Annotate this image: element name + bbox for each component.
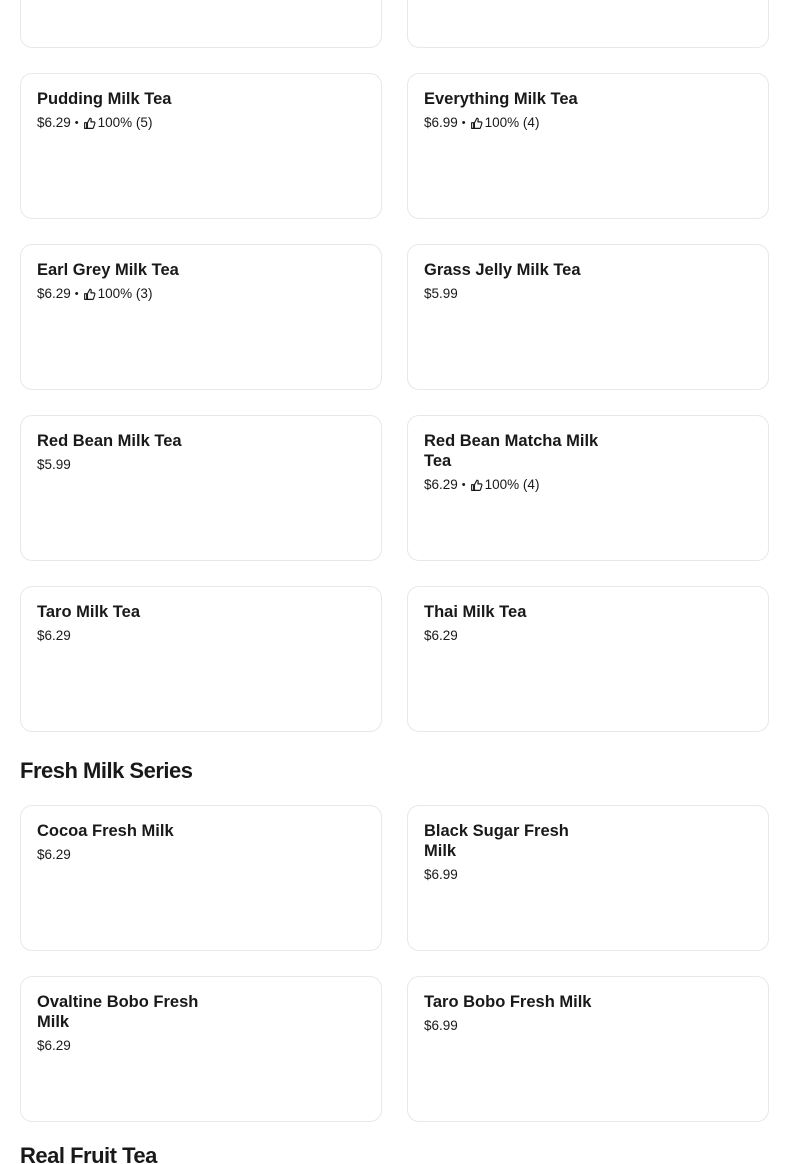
item-meta: $6.99 bbox=[424, 866, 752, 884]
item-name: Black Sugar Fresh Milk bbox=[424, 822, 569, 860]
item-price: $6.29 bbox=[424, 477, 458, 492]
item-price: $6.29 bbox=[37, 286, 71, 301]
item-rating: 100% (5) bbox=[97, 115, 153, 130]
item-meta: $5.99 bbox=[37, 456, 365, 474]
menu-item-card[interactable]: Earl Grey Milk Tea $6.29 • 100% (3) bbox=[20, 244, 382, 390]
menu-item-card[interactable]: Red Bean Milk Tea $5.99 bbox=[20, 415, 382, 561]
item-price: $6.29 bbox=[37, 628, 71, 643]
item-name: Taro Milk Tea bbox=[37, 603, 140, 621]
item-meta: $6.29 bbox=[37, 627, 365, 645]
item-name: Ovaltine Bobo Fresh Milk bbox=[37, 993, 199, 1031]
separator-dot: • bbox=[74, 117, 79, 129]
section-title: Fresh Milk Series bbox=[20, 758, 193, 783]
item-name: Red Bean Matcha Milk Tea bbox=[424, 432, 599, 470]
item-meta: $6.29 bbox=[37, 846, 365, 864]
item-price: $6.99 bbox=[424, 1018, 458, 1033]
item-name: Pudding Milk Tea bbox=[37, 90, 172, 108]
separator-dot: • bbox=[461, 117, 466, 129]
item-name: Everything Milk Tea bbox=[424, 90, 578, 108]
item-price: $6.29 bbox=[424, 628, 458, 643]
item-name: Thai Milk Tea bbox=[424, 603, 527, 621]
menu-page: Pudding Milk Tea $6.29 • 100% (5) Everyt… bbox=[0, 0, 804, 1164]
thumbs-up-icon bbox=[470, 479, 483, 492]
item-price: $6.29 bbox=[37, 847, 71, 862]
item-price: $5.99 bbox=[424, 286, 458, 301]
thumbs-up-icon bbox=[470, 117, 483, 130]
thumbs-up-icon bbox=[83, 288, 96, 301]
menu-item-card[interactable]: Thai Milk Tea $6.29 bbox=[407, 586, 769, 732]
menu-item-card[interactable]: Ovaltine Bobo Fresh Milk $6.29 bbox=[20, 976, 382, 1122]
item-meta: $6.29 • 100% (5) bbox=[37, 114, 365, 132]
item-rating: 100% (4) bbox=[484, 115, 540, 130]
menu-item-card[interactable]: Grass Jelly Milk Tea $5.99 bbox=[407, 244, 769, 390]
menu-item-card[interactable]: Pudding Milk Tea $6.29 • 100% (5) bbox=[20, 73, 382, 219]
item-price: $6.29 bbox=[37, 115, 71, 130]
menu-item-card[interactable]: Black Sugar Fresh Milk $6.99 bbox=[407, 805, 769, 951]
section-title: Real Fruit Tea bbox=[20, 1143, 157, 1164]
menu-item-card[interactable]: Red Bean Matcha Milk Tea $6.29 • 100% (4… bbox=[407, 415, 769, 561]
item-meta: $6.29 • 100% (3) bbox=[37, 285, 365, 303]
item-meta: $6.29 bbox=[37, 1037, 365, 1055]
thumbs-up-icon bbox=[83, 117, 96, 130]
item-name: Cocoa Fresh Milk bbox=[37, 822, 174, 840]
separator-dot: • bbox=[461, 479, 466, 491]
item-name: Grass Jelly Milk Tea bbox=[424, 261, 581, 279]
item-meta: $6.29 • 100% (4) bbox=[424, 476, 752, 494]
menu-item-card[interactable]: Taro Milk Tea $6.29 bbox=[20, 586, 382, 732]
item-meta: $6.29 bbox=[424, 627, 752, 645]
item-price: $6.29 bbox=[37, 1038, 71, 1053]
menu-item-card[interactable] bbox=[407, 0, 769, 48]
menu-item-card[interactable] bbox=[20, 0, 382, 48]
menu-item-card[interactable]: Taro Bobo Fresh Milk $6.99 bbox=[407, 976, 769, 1122]
item-rating: 100% (4) bbox=[484, 477, 540, 492]
item-price: $5.99 bbox=[37, 457, 71, 472]
item-rating: 100% (3) bbox=[97, 286, 153, 301]
item-meta: $5.99 bbox=[424, 285, 752, 303]
item-name: Taro Bobo Fresh Milk bbox=[424, 993, 592, 1011]
item-meta: $6.99 • 100% (4) bbox=[424, 114, 752, 132]
item-name: Red Bean Milk Tea bbox=[37, 432, 182, 450]
item-price: $6.99 bbox=[424, 867, 458, 882]
item-name: Earl Grey Milk Tea bbox=[37, 261, 179, 279]
item-price: $6.99 bbox=[424, 115, 458, 130]
menu-item-card[interactable]: Cocoa Fresh Milk $6.29 bbox=[20, 805, 382, 951]
menu-item-card[interactable]: Everything Milk Tea $6.99 • 100% (4) bbox=[407, 73, 769, 219]
separator-dot: • bbox=[74, 288, 79, 300]
item-meta: $6.99 bbox=[424, 1017, 752, 1035]
